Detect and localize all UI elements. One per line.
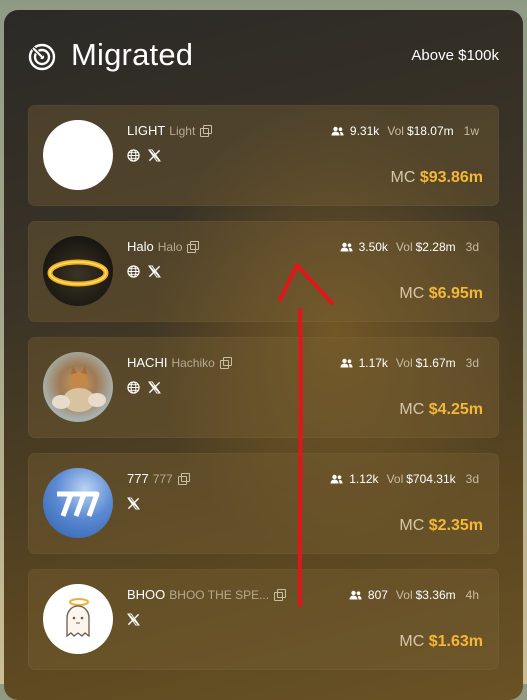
token-card-bhoo[interactable]: BHOO BHOO THE SPE... 807 Vol $3.36m 4h MC… xyxy=(28,569,499,670)
token-name: HACHI xyxy=(127,355,168,370)
holders-icon xyxy=(340,358,353,368)
token-avatar xyxy=(43,468,113,538)
holders-icon xyxy=(331,126,344,136)
token-name: Halo xyxy=(127,239,154,254)
token-ticker: Halo xyxy=(157,240,183,254)
ghost-with-halo-icon xyxy=(66,598,90,638)
copy-icon[interactable] xyxy=(219,357,232,369)
copy-icon[interactable] xyxy=(274,589,287,601)
holders-icon xyxy=(349,590,362,600)
x-twitter-icon[interactable] xyxy=(148,264,161,278)
vol-label: Vol xyxy=(387,124,404,138)
token-avatar xyxy=(43,236,113,306)
market-cap: MC $4.25m xyxy=(399,401,483,419)
token-avatar xyxy=(43,120,113,190)
mc-value: $2.35m xyxy=(428,517,483,534)
x-twitter-icon[interactable] xyxy=(148,148,161,162)
page-title: Migrated xyxy=(71,37,194,72)
holders-icon xyxy=(340,242,353,252)
token-stats: 807 Vol $3.36m 4h xyxy=(349,588,479,602)
mc-label: MC xyxy=(399,633,425,650)
holders-icon xyxy=(330,474,343,484)
token-age: 3d xyxy=(465,472,479,486)
vol-label: Vol xyxy=(386,472,404,486)
mc-label: MC xyxy=(399,517,425,534)
vol-label: Vol xyxy=(395,356,413,370)
token-ticker: BHOO THE SPE... xyxy=(169,588,270,602)
holders-count: 1.12k xyxy=(349,472,379,486)
vol-label: Vol xyxy=(395,240,413,254)
holders-count: 1.17k xyxy=(358,356,388,370)
token-name: BHOO xyxy=(127,587,166,602)
market-cap: MC $6.95m xyxy=(399,285,483,303)
target-logo-icon xyxy=(28,43,56,71)
token-avatar xyxy=(43,584,113,654)
x-twitter-icon[interactable] xyxy=(148,380,161,394)
token-ticker: 777 xyxy=(152,472,173,486)
holders-count: 3.50k xyxy=(358,240,388,254)
vol-label: Vol xyxy=(395,588,413,602)
mc-value: $4.25m xyxy=(428,401,483,418)
globe-icon[interactable] xyxy=(127,148,140,162)
globe-icon[interactable] xyxy=(127,264,140,278)
globe-icon[interactable] xyxy=(127,380,140,394)
x-twitter-icon[interactable] xyxy=(127,496,140,510)
market-cap: MC $1.63m xyxy=(399,633,483,651)
mc-label: MC xyxy=(399,401,425,418)
token-age: 3d xyxy=(465,356,479,370)
copy-icon[interactable] xyxy=(187,241,200,253)
token-age: 3d xyxy=(465,240,479,254)
token-age: 1w xyxy=(463,124,479,138)
token-name: 777 xyxy=(127,471,149,486)
mc-label: MC xyxy=(399,285,425,302)
token-card-777[interactable]: 777 777 1.12k Vol $704.31k 3d MC $2.35m xyxy=(28,453,499,554)
token-stats: 1.12k Vol $704.31k 3d xyxy=(330,472,479,486)
token-stats: 3.50k Vol $2.28m 3d xyxy=(340,240,479,254)
mc-label: MC xyxy=(390,169,416,186)
token-ticker: Light xyxy=(169,124,196,138)
market-cap-filter[interactable]: Above $100k xyxy=(411,47,499,64)
token-card-halo[interactable]: Halo Halo 3.50k Vol $2.28m 3d MC $6.95m xyxy=(28,221,499,322)
volume-value: $704.31k xyxy=(406,472,456,486)
token-card-hachi[interactable]: HACHI Hachiko 1.17k Vol $1.67m 3d MC $4.2… xyxy=(28,337,499,438)
volume-value: $2.28m xyxy=(415,240,456,254)
mc-value: $1.63m xyxy=(428,633,483,650)
market-cap: MC $93.86m xyxy=(390,169,483,187)
token-card-light[interactable]: LIGHT Light 9.31k Vol $18.07m 1w MC $93.8… xyxy=(28,105,499,206)
token-age: 4h xyxy=(465,588,479,602)
holders-count: 9.31k xyxy=(349,124,380,138)
volume-value: $18.07m xyxy=(406,124,454,138)
token-avatar xyxy=(43,352,113,422)
copy-icon[interactable] xyxy=(200,125,213,137)
holders-count: 807 xyxy=(367,588,388,602)
777-sky-icon xyxy=(57,491,100,517)
volume-value: $1.67m xyxy=(415,356,456,370)
market-cap: MC $2.35m xyxy=(399,517,483,535)
mc-value: $93.86m xyxy=(419,169,483,186)
volume-value: $3.36m xyxy=(415,588,456,602)
token-stats: 9.31k Vol $18.07m 1w xyxy=(331,124,479,138)
token-name: LIGHT xyxy=(127,123,166,138)
panel-header: Migrated Above $100k xyxy=(4,10,523,100)
token-ticker: Hachiko xyxy=(171,356,215,370)
migrated-panel: Migrated Above $100k LIGHT Light 9.31k Vo… xyxy=(4,10,523,700)
halo-ring-icon xyxy=(47,259,109,287)
dog-painting-icon xyxy=(52,366,106,412)
mc-value: $6.95m xyxy=(428,285,483,302)
x-twitter-icon[interactable] xyxy=(127,612,140,626)
copy-icon[interactable] xyxy=(177,473,190,485)
token-stats: 1.17k Vol $1.67m 3d xyxy=(340,356,479,370)
